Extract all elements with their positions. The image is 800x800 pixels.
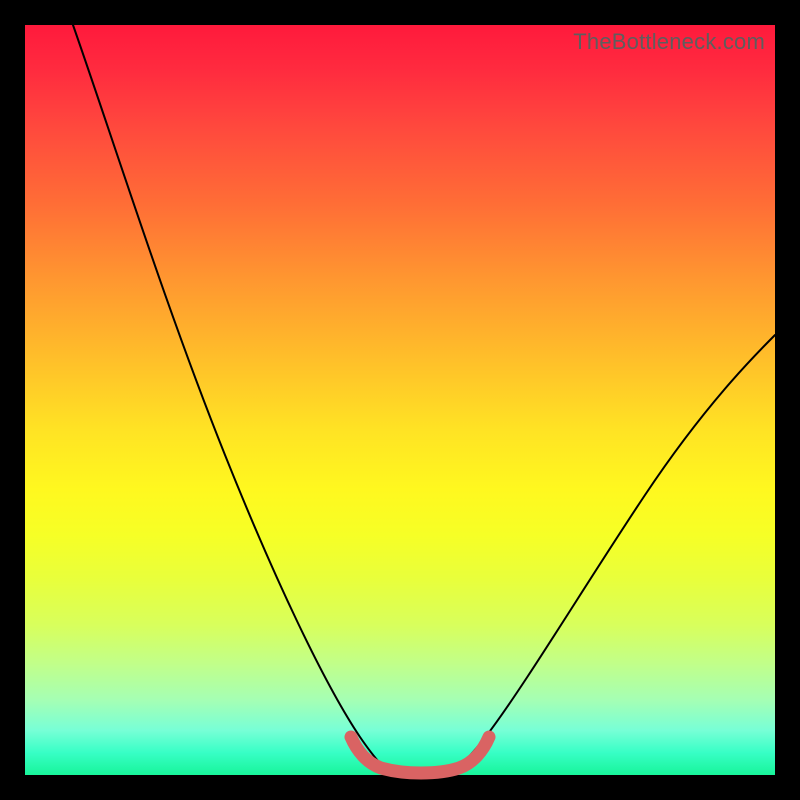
chart-svg [25,25,775,775]
chart-frame: TheBottleneck.com [0,0,800,800]
bottleneck-curve-left [73,25,387,770]
plot-area: TheBottleneck.com [25,25,775,775]
bottleneck-curve-right [455,335,775,770]
optimal-zone-marker [351,737,489,773]
